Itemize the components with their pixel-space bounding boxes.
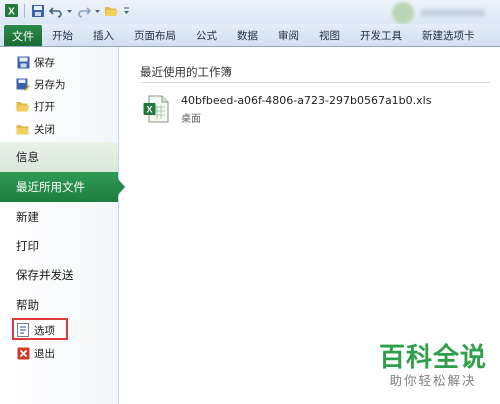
nav-info[interactable]: 信息 — [0, 142, 118, 172]
tab-data[interactable]: 数据 — [227, 24, 268, 46]
qat-dropdown-icon[interactable] — [122, 3, 131, 18]
tab-review[interactable]: 审阅 — [268, 24, 309, 46]
quick-access-toolbar: X — [4, 3, 131, 18]
toolbar-separator — [24, 3, 25, 18]
command-open[interactable]: 打开 — [16, 96, 55, 116]
excel-app-icon: X — [4, 3, 19, 18]
command-exit-label: 退出 — [34, 347, 55, 360]
redo-icon[interactable] — [76, 3, 91, 18]
close-folder-icon — [16, 122, 30, 136]
open-folder-icon[interactable] — [104, 3, 119, 18]
tab-formulas[interactable]: 公式 — [186, 24, 227, 46]
nav-save-send[interactable]: 保存并发送 — [0, 260, 118, 290]
nav-recent[interactable]: 最近所用文件 — [0, 172, 118, 202]
blurred-title-text — [420, 8, 486, 17]
open-folder-icon — [16, 99, 30, 113]
redo-dropdown-icon[interactable] — [94, 3, 101, 18]
tab-page-layout[interactable]: 页面布局 — [124, 24, 186, 46]
recent-file-name: 40bfbeed-a06f-4806-a723-297b0567a1b0.xls — [181, 94, 432, 107]
command-save-as-label: 另存为 — [34, 78, 66, 91]
command-exit[interactable]: 退出 — [16, 343, 55, 363]
tab-developer[interactable]: 开发工具 — [350, 24, 412, 46]
tab-new-tab[interactable]: 新建选项卡 — [412, 24, 485, 46]
nav-help[interactable]: 帮助 — [0, 290, 118, 320]
tab-insert[interactable]: 插入 — [83, 24, 124, 46]
nav-new[interactable]: 新建 — [0, 202, 118, 232]
svg-text:X: X — [8, 7, 15, 18]
command-save-label: 保存 — [34, 56, 55, 69]
tab-view[interactable]: 视图 — [309, 24, 350, 46]
nav-print[interactable]: 打印 — [0, 231, 118, 261]
recent-workbooks-heading: 最近使用的工作簿 — [140, 65, 232, 79]
command-open-label: 打开 — [34, 100, 55, 113]
undo-dropdown-icon[interactable] — [66, 3, 73, 18]
options-highlight-box — [12, 318, 68, 340]
account-area-blurred — [392, 1, 496, 24]
tab-home[interactable]: 开始 — [42, 24, 83, 46]
exit-icon — [16, 346, 30, 360]
undo-icon[interactable] — [48, 3, 63, 18]
tab-file[interactable]: 文件 — [4, 25, 42, 46]
watermark-main-text: 百科全说 — [378, 343, 487, 373]
heading-rule — [140, 82, 490, 83]
command-close[interactable]: 关闭 — [16, 119, 55, 139]
watermark: 百科全说 助你轻松解决 — [370, 344, 496, 390]
command-save-as[interactable]: 另存为 — [16, 74, 66, 94]
command-close-label: 关闭 — [34, 123, 55, 136]
recent-file-item[interactable]: X 40bfbeed-a06f-4806-a723-297b0567a1b0.x… — [143, 92, 473, 126]
avatar — [392, 1, 414, 24]
excel-file-icon: X — [143, 95, 169, 123]
watermark-sub-text: 助你轻松解决 — [389, 373, 477, 388]
command-save[interactable]: 保存 — [16, 52, 55, 72]
recent-file-location: 桌面 — [181, 114, 201, 125]
save-as-icon — [16, 77, 30, 91]
selected-nav-pointer — [118, 179, 125, 195]
save-icon[interactable] — [30, 3, 45, 18]
ribbon-tabs: 文件 开始 插入 页面布局 公式 数据 审阅 视图 开发工具 新建选项卡 — [0, 24, 500, 47]
title-bar: X — [0, 0, 500, 24]
save-icon — [16, 55, 30, 69]
svg-text:X: X — [146, 105, 152, 115]
